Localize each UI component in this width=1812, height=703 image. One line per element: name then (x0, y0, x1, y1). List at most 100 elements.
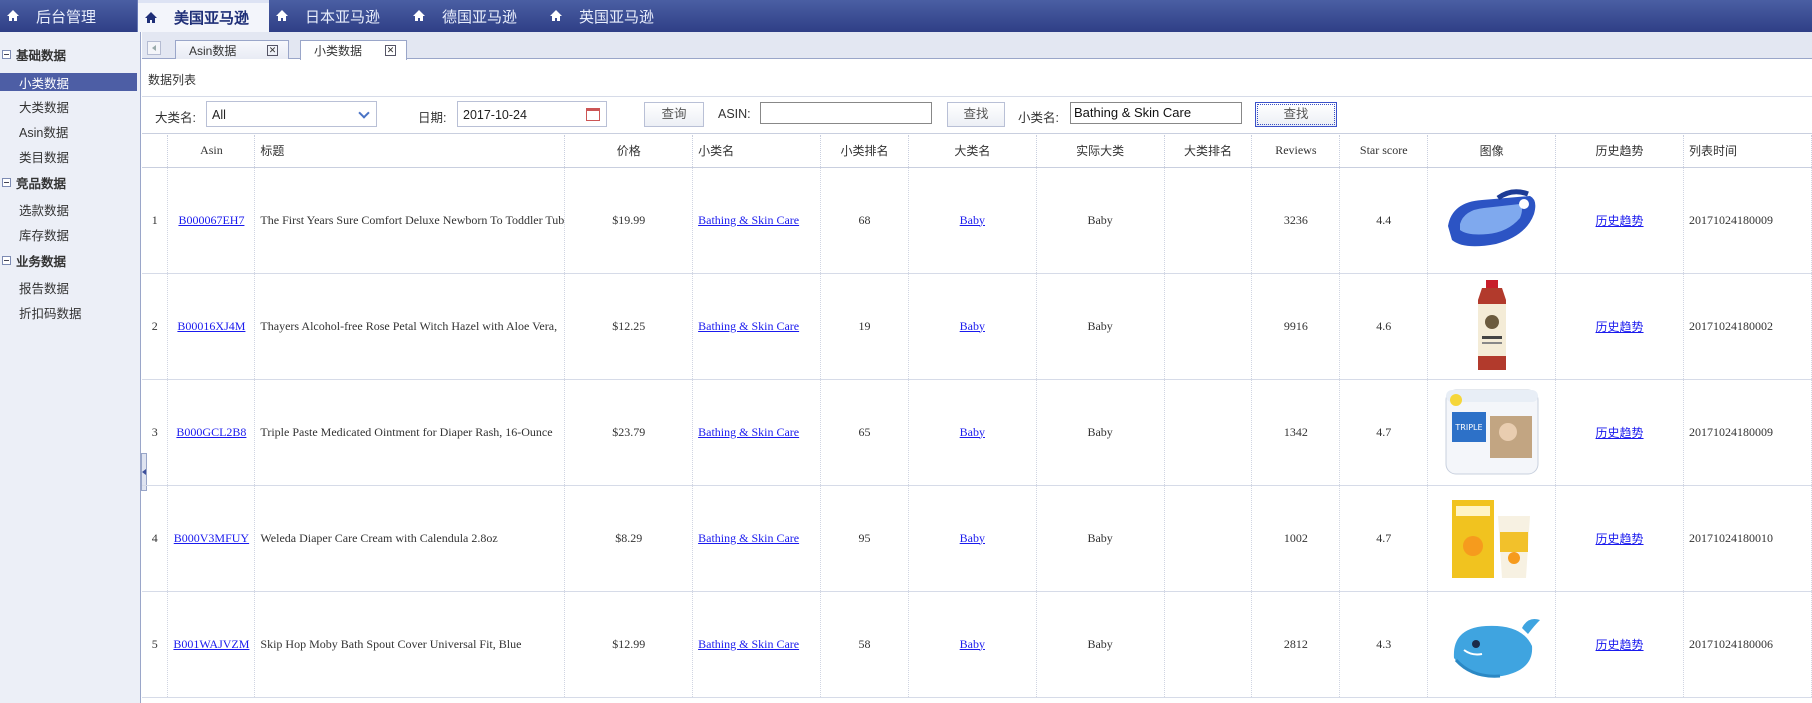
sidebar-item-selection[interactable]: 选款数据 (0, 197, 140, 222)
find-asin-button[interactable]: 查找 (947, 102, 1005, 127)
table-header-row: Asin 标题 价格 小类名 小类排名 大类名 实际大类 大类排名 Review… (142, 135, 1812, 168)
category-link[interactable]: Baby (960, 319, 985, 333)
col-header-asin[interactable]: Asin (167, 135, 256, 168)
category-link[interactable]: Baby (960, 637, 985, 651)
sidebar-item-subcategory[interactable]: 小类数据 (0, 73, 137, 91)
table-row: 4 B000V3MFUY Weleda Diaper Care Cream with… (142, 485, 1812, 592)
category-select[interactable]: All (206, 101, 377, 127)
col-header-trend: 历史趋势 (1555, 135, 1684, 168)
subcategory-link[interactable]: Bathing & Skin Care (698, 531, 799, 545)
collapse-minus-icon[interactable] (2, 49, 11, 59)
category-link[interactable]: Baby (960, 425, 985, 439)
product-image[interactable] (1442, 174, 1542, 266)
asin-cell: B000GCL2B8 (167, 379, 256, 486)
image-cell (1427, 485, 1557, 592)
nav-tab-uk[interactable]: 英国亚马逊 (543, 0, 680, 32)
category-select-value: All (212, 108, 226, 122)
collapse-minus-icon[interactable] (2, 255, 11, 265)
price-cell: $19.99 (564, 167, 694, 274)
subcategory-link[interactable]: Bathing & Skin Care (698, 425, 799, 439)
asin-link[interactable]: B000V3MFUY (174, 531, 249, 545)
time-cell: 20171024180009 (1683, 167, 1812, 274)
col-header-category[interactable]: 大类名 (908, 135, 1037, 168)
calendar-icon[interactable] (586, 108, 600, 121)
col-header-time[interactable]: 列表时间 (1683, 135, 1812, 168)
product-image[interactable]: TRIPLE (1442, 386, 1542, 478)
category-link[interactable]: Baby (960, 213, 985, 227)
sidebar-item-taxonomy[interactable]: 类目数据 (0, 144, 140, 169)
nav-tab-jp[interactable]: 日本亚马逊 (269, 0, 406, 32)
col-header-catrank[interactable]: 大类排名 (1164, 135, 1253, 168)
title-cell: Skip Hop Moby Bath Spout Cover Universal… (254, 591, 566, 698)
sidebar-item-category[interactable]: 大类数据 (0, 94, 140, 119)
reviews-cell: 2812 (1251, 591, 1341, 698)
product-image[interactable] (1442, 280, 1542, 372)
price-cell: $12.25 (564, 273, 694, 380)
tab-asin-data[interactable]: Asin数据 ✕ (175, 40, 289, 59)
home-icon (275, 9, 291, 23)
sidebar-item-asin[interactable]: Asin数据 (0, 119, 140, 144)
subcategory-link[interactable]: Bathing & Skin Care (698, 213, 799, 227)
price-cell: $23.79 (564, 379, 694, 486)
sidebar-item-inventory[interactable]: 库存数据 (0, 222, 140, 247)
subcategory-link[interactable]: Bathing & Skin Care (698, 637, 799, 651)
col-header-subrank[interactable]: 小类排名 (820, 135, 909, 168)
col-header-subcategory[interactable]: 小类名 (692, 135, 822, 168)
history-trend-link[interactable]: 历史趋势 (1596, 426, 1644, 440)
date-field[interactable]: 2017-10-24 (457, 101, 607, 127)
nav-tab-admin[interactable]: 后台管理 (0, 0, 137, 32)
col-header-star[interactable]: Star score (1339, 135, 1429, 168)
history-trend-link[interactable]: 历史趋势 (1596, 532, 1644, 546)
sidebar-item-discount[interactable]: 折扣码数据 (0, 300, 140, 325)
col-header-reviews[interactable]: Reviews (1251, 135, 1341, 168)
subrank-cell: 58 (820, 591, 909, 698)
image-cell: TRIPLE (1427, 379, 1557, 486)
chevron-down-icon (358, 107, 370, 119)
nav-tab-us[interactable]: 美国亚马逊 (138, 0, 269, 32)
title-cell: The First Years Sure Comfort Deluxe Newb… (254, 167, 566, 274)
nav-tab-de[interactable]: 德国亚马逊 (406, 0, 543, 32)
collapse-minus-icon[interactable] (2, 177, 11, 187)
trend-cell: 历史趋势 (1555, 167, 1684, 274)
asin-link[interactable]: B000067EH7 (178, 213, 244, 227)
close-icon[interactable]: ✕ (385, 45, 396, 56)
category-cell: Baby (908, 167, 1037, 274)
time-cell: 20171024180009 (1683, 379, 1812, 486)
page-tabstrip: Asin数据 ✕ 小类数据 ✕ (142, 32, 1812, 60)
star-cell: 4.7 (1339, 379, 1429, 486)
query-button[interactable]: 查询 (644, 102, 704, 127)
tab-subcategory-data[interactable]: 小类数据 ✕ (300, 40, 407, 60)
subcategory-label: 小类名: (1018, 111, 1059, 125)
product-image[interactable] (1442, 598, 1542, 690)
asin-link[interactable]: B00016XJ4M (177, 319, 245, 333)
sidebar-item-report[interactable]: 报告数据 (0, 275, 140, 300)
star-cell: 4.3 (1339, 591, 1429, 698)
history-trend-link[interactable]: 历史趋势 (1596, 638, 1644, 652)
sidebar-group-basic[interactable]: 基础数据 (0, 43, 140, 65)
col-header-price[interactable]: 价格 (564, 135, 694, 168)
asin-input[interactable] (760, 102, 932, 124)
history-trend-link[interactable]: 历史趋势 (1596, 320, 1644, 334)
asin-link[interactable]: B000GCL2B8 (176, 425, 246, 439)
history-trend-link[interactable]: 历史趋势 (1596, 214, 1644, 228)
row-index: 3 (142, 379, 169, 486)
price-cell: $12.99 (564, 591, 694, 698)
close-icon[interactable]: ✕ (267, 45, 278, 56)
sidebar-group-competitor[interactable]: 竞品数据 (0, 171, 140, 193)
col-header-title[interactable]: 标题 (254, 135, 566, 168)
find-subcategory-button[interactable]: 查找 (1255, 102, 1337, 127)
trend-cell: 历史趋势 (1555, 485, 1684, 592)
sidebar-group-business[interactable]: 业务数据 (0, 249, 140, 271)
subcategory-input[interactable]: Bathing & Skin Care (1070, 102, 1242, 124)
time-cell: 20171024180006 (1683, 591, 1812, 698)
subcategory-link[interactable]: Bathing & Skin Care (698, 319, 799, 333)
category-link[interactable]: Baby (960, 531, 985, 545)
col-header-realcat[interactable]: 实际大类 (1036, 135, 1165, 168)
category-cell: Baby (908, 591, 1037, 698)
product-image[interactable] (1442, 492, 1542, 584)
subcategory-cell: Bathing & Skin Care (692, 485, 822, 592)
tab-scroll-left-icon[interactable] (147, 41, 161, 55)
asin-link[interactable]: B001WAJVZM (173, 637, 249, 651)
realcat-cell: Baby (1036, 379, 1165, 486)
realcat-cell: Baby (1036, 591, 1165, 698)
